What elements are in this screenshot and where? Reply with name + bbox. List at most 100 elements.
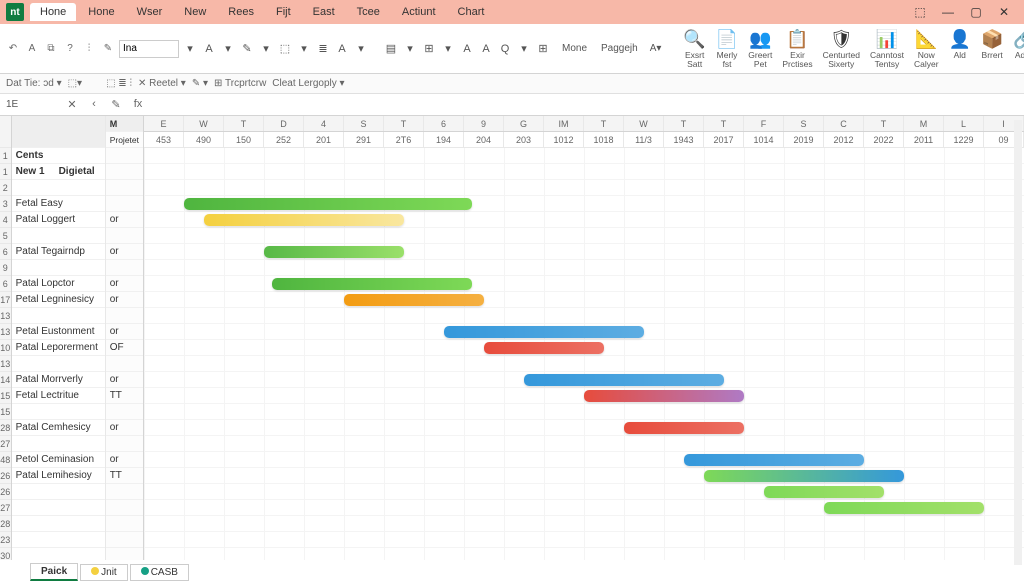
task-label-cell[interactable] (12, 548, 105, 560)
sub-ribbon-item[interactable]: ⬚ ≣ ⫶ (106, 78, 132, 89)
column-header[interactable]: T (664, 116, 704, 131)
ribbon-group-centurted-sixerty[interactable]: 🛡Centurted Sixerty (819, 29, 864, 69)
gantt-bar[interactable] (824, 502, 984, 514)
cancel-icon[interactable]: ✕ (64, 98, 80, 111)
gantt-bar[interactable] (704, 470, 904, 482)
column-header[interactable]: G (504, 116, 544, 131)
status-cell[interactable]: or (106, 452, 143, 468)
row-number[interactable]: 13 (0, 356, 11, 372)
menu-tab-new[interactable]: New (174, 3, 216, 21)
ribbon-icon[interactable]: A (200, 40, 218, 58)
ribbon-group-exsrt-satt[interactable]: 🔍Exsrt Satt (679, 29, 709, 69)
status-cell[interactable] (106, 196, 143, 212)
row-number[interactable]: 23 (0, 532, 11, 548)
row-number[interactable]: 13 (0, 308, 11, 324)
sheet-tab-paick[interactable]: Paick (30, 563, 78, 581)
column-header[interactable]: L (944, 116, 984, 131)
task-label-cell[interactable]: New 1Digietal (12, 164, 105, 180)
gantt-bar[interactable] (624, 422, 744, 434)
row-number[interactable]: 5 (0, 228, 11, 244)
row-number[interactable]: 27 (0, 436, 11, 452)
row-number[interactable]: 48 (0, 452, 11, 468)
row-number[interactable]: 6 (0, 276, 11, 292)
maximize-icon[interactable]: ▢ (962, 2, 990, 22)
gantt-bar[interactable] (524, 374, 724, 386)
ribbon-group-ald[interactable]: 👤Ald (945, 29, 975, 69)
ribbon-icon[interactable]: ▾ (439, 40, 457, 58)
status-cell[interactable]: or (106, 324, 143, 340)
task-label-cell[interactable]: Patal Loggert (12, 212, 105, 228)
status-cell[interactable] (106, 404, 143, 420)
ribbon-group-now-calyer[interactable]: 📐Now Calyer (910, 29, 943, 69)
font-name-input[interactable] (119, 40, 179, 58)
status-cell[interactable] (106, 228, 143, 244)
menu-tab-hone[interactable]: Hone (78, 3, 124, 21)
status-cell[interactable] (106, 532, 143, 548)
task-label-cell[interactable]: Patal Cemhesicy (12, 420, 105, 436)
status-cell[interactable] (106, 548, 143, 560)
gantt-bar[interactable] (204, 214, 404, 226)
task-label-cell[interactable] (12, 228, 105, 244)
status-cell[interactable] (106, 260, 143, 276)
gantt-bar[interactable] (264, 246, 404, 258)
ribbon-icon[interactable]: ▾ (401, 40, 419, 58)
row-number[interactable]: 27 (0, 500, 11, 516)
ribbon-group-greert-pet[interactable]: 👥Greert Pet (744, 29, 776, 69)
ribbon-group-merly-fst[interactable]: 📄Merly fst (712, 29, 742, 69)
status-cell[interactable] (106, 148, 143, 164)
column-header[interactable]: W (184, 116, 224, 131)
row-number[interactable]: 1 (0, 164, 11, 180)
row-number[interactable]: 9 (0, 260, 11, 276)
column-header[interactable]: S (344, 116, 384, 131)
gantt-bar[interactable] (344, 294, 484, 306)
column-header[interactable]: S (784, 116, 824, 131)
ribbon-button[interactable]: Mone (558, 41, 591, 56)
task-label-cell[interactable]: Patal Leporerment (12, 340, 105, 356)
column-header[interactable]: 6 (424, 116, 464, 131)
sub-ribbon-item[interactable]: ✕ Reetel ▾ (138, 78, 186, 89)
task-label-cell[interactable]: Patal Tegairndp (12, 244, 105, 260)
column-header[interactable]: 4 (304, 116, 344, 131)
ribbon-group-exir-prctises[interactable]: 📋Exir Prctises (778, 29, 816, 69)
toolbar-icon[interactable]: ↶ (4, 40, 22, 58)
ribbon-icon[interactable]: A (458, 40, 476, 58)
row-number[interactable]: 28 (0, 516, 11, 532)
task-label-cell[interactable] (12, 260, 105, 276)
toolbar-icon[interactable]: ? (61, 40, 79, 58)
ribbon-icon[interactable]: ▾ (181, 40, 199, 58)
ribbon-icon[interactable]: Q (496, 40, 514, 58)
back-icon[interactable]: ‹ (86, 98, 102, 111)
row-number[interactable]: 28 (0, 420, 11, 436)
status-cell[interactable] (106, 516, 143, 532)
row-number[interactable]: 17 (0, 292, 11, 308)
toolbar-icon[interactable]: ✎ (99, 40, 117, 58)
ribbon-icon[interactable]: ⬚ (276, 40, 294, 58)
sub-ribbon-item[interactable]: Cleat Lergoply ▾ (272, 78, 344, 89)
menu-tab-chart[interactable]: Chart (448, 3, 495, 21)
column-header[interactable]: T (224, 116, 264, 131)
name-box[interactable]: 1E (6, 99, 56, 110)
close-icon[interactable]: ✕ (990, 2, 1018, 22)
menu-tab-rees[interactable]: Rees (218, 3, 264, 21)
ribbon-toggle-icon[interactable]: ⬚ (906, 2, 934, 22)
row-number[interactable]: 14 (0, 372, 11, 388)
row-number[interactable]: 15 (0, 404, 11, 420)
ribbon-icon[interactable]: ▤ (382, 40, 400, 58)
ribbon-icon[interactable]: ▾ (257, 40, 275, 58)
task-label-cell[interactable]: Patal Lopctor (12, 276, 105, 292)
status-cell[interactable]: TT (106, 388, 143, 404)
gantt-bar[interactable] (272, 278, 472, 290)
row-number[interactable]: 13 (0, 324, 11, 340)
menu-tab-actiunt[interactable]: Actiunt (392, 3, 446, 21)
status-cell[interactable]: or (106, 244, 143, 260)
status-cell[interactable]: or (106, 420, 143, 436)
status-cell[interactable] (106, 500, 143, 516)
task-label-cell[interactable]: Petol Ceminasion (12, 452, 105, 468)
sheet-tab-jnit[interactable]: Jnit (80, 564, 128, 581)
task-label-cell[interactable] (12, 356, 105, 372)
column-header[interactable]: D (264, 116, 304, 131)
ribbon-icon[interactable]: ≣ (314, 40, 332, 58)
status-cell[interactable]: TT (106, 468, 143, 484)
status-cell[interactable] (106, 164, 143, 180)
toolbar-icon[interactable]: ⫶ (80, 40, 98, 58)
